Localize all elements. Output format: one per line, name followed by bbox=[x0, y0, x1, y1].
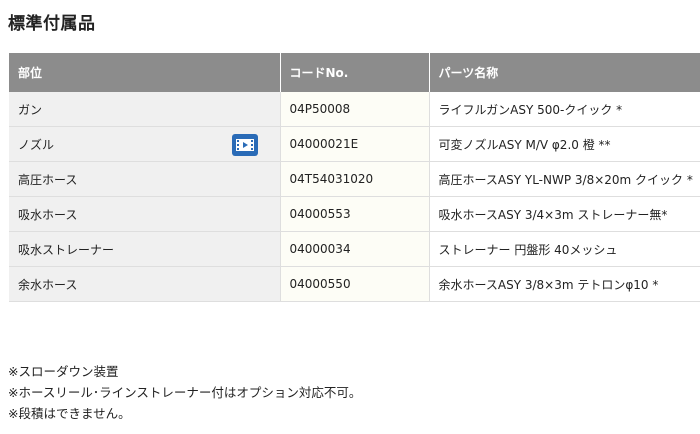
accessories-page: 標準付属品 部位 コードNo. パーツ名称 ガン 04P50008 ライフルガン… bbox=[0, 0, 700, 434]
part-name-cell: 可変ノズルASY M/V φ2.0 橙 ** bbox=[429, 126, 700, 162]
part-cell: 余水ホース bbox=[9, 266, 281, 302]
table-row: 余水ホース 04000550 余水ホースASY 3/8×3m テトロンφ10 * bbox=[9, 266, 700, 302]
code-cell: 04000034 bbox=[280, 231, 430, 267]
header-code: コードNo. bbox=[280, 53, 430, 92]
section-title: 標準付属品 bbox=[8, 14, 96, 34]
note-item: ※段積はできません。 bbox=[8, 406, 131, 421]
part-name-cell: 余水ホースASY 3/8×3m テトロンφ10 * bbox=[429, 266, 700, 302]
part-name-cell: 高圧ホースASY YL-NWP 3/8×20m クイック * bbox=[429, 161, 700, 197]
part-cell: ガン bbox=[9, 92, 281, 127]
code-cell: 04P50008 bbox=[280, 92, 430, 127]
part-name-cell: 吸水ホースASY 3/4×3m ストレーナー無* bbox=[429, 196, 700, 232]
code-cell: 04000021E bbox=[280, 126, 430, 162]
table-row: 吸水ホース 04000553 吸水ホースASY 3/4×3m ストレーナー無* bbox=[9, 196, 700, 232]
part-cell: 吸水ホース bbox=[9, 196, 281, 232]
code-cell: 04000553 bbox=[280, 196, 430, 232]
table-row: ノズル 04000021E 可変ノズルASY M/V φ2.0 橙 ** bbox=[9, 126, 700, 162]
note-item: ※スローダウン装置 bbox=[8, 364, 119, 379]
table-row: 吸水ストレーナー 04000034 ストレーナー 円盤形 40メッシュ bbox=[9, 231, 700, 267]
table-row: ガン 04P50008 ライフルガンASY 500-クイック * bbox=[9, 92, 700, 127]
table-row: 高圧ホース 04T54031020 高圧ホースASY YL-NWP 3/8×20… bbox=[9, 161, 700, 197]
part-name-cell: ストレーナー 円盤形 40メッシュ bbox=[429, 231, 700, 267]
header-part: 部位 bbox=[9, 53, 281, 92]
table-header-row: 部位 コードNo. パーツ名称 bbox=[9, 53, 700, 92]
video-play-icon[interactable] bbox=[231, 134, 258, 156]
code-cell: 04000550 bbox=[280, 266, 430, 302]
accessories-table: 部位 コードNo. パーツ名称 ガン 04P50008 ライフルガンASY 50… bbox=[9, 53, 700, 302]
code-cell: 04T54031020 bbox=[280, 161, 430, 197]
part-label: ノズル bbox=[18, 137, 55, 152]
part-name-cell: ライフルガンASY 500-クイック * bbox=[429, 92, 700, 127]
part-cell: ノズル bbox=[9, 126, 281, 162]
header-part-name: パーツ名称 bbox=[429, 53, 700, 92]
notes-block: ※スローダウン装置 ※ホースリール･ラインストレーナー付はオプション対応不可。 … bbox=[8, 361, 361, 424]
note-item: ※ホースリール･ラインストレーナー付はオプション対応不可。 bbox=[8, 385, 362, 400]
part-cell: 吸水ストレーナー bbox=[9, 231, 281, 267]
part-cell: 高圧ホース bbox=[9, 161, 281, 197]
